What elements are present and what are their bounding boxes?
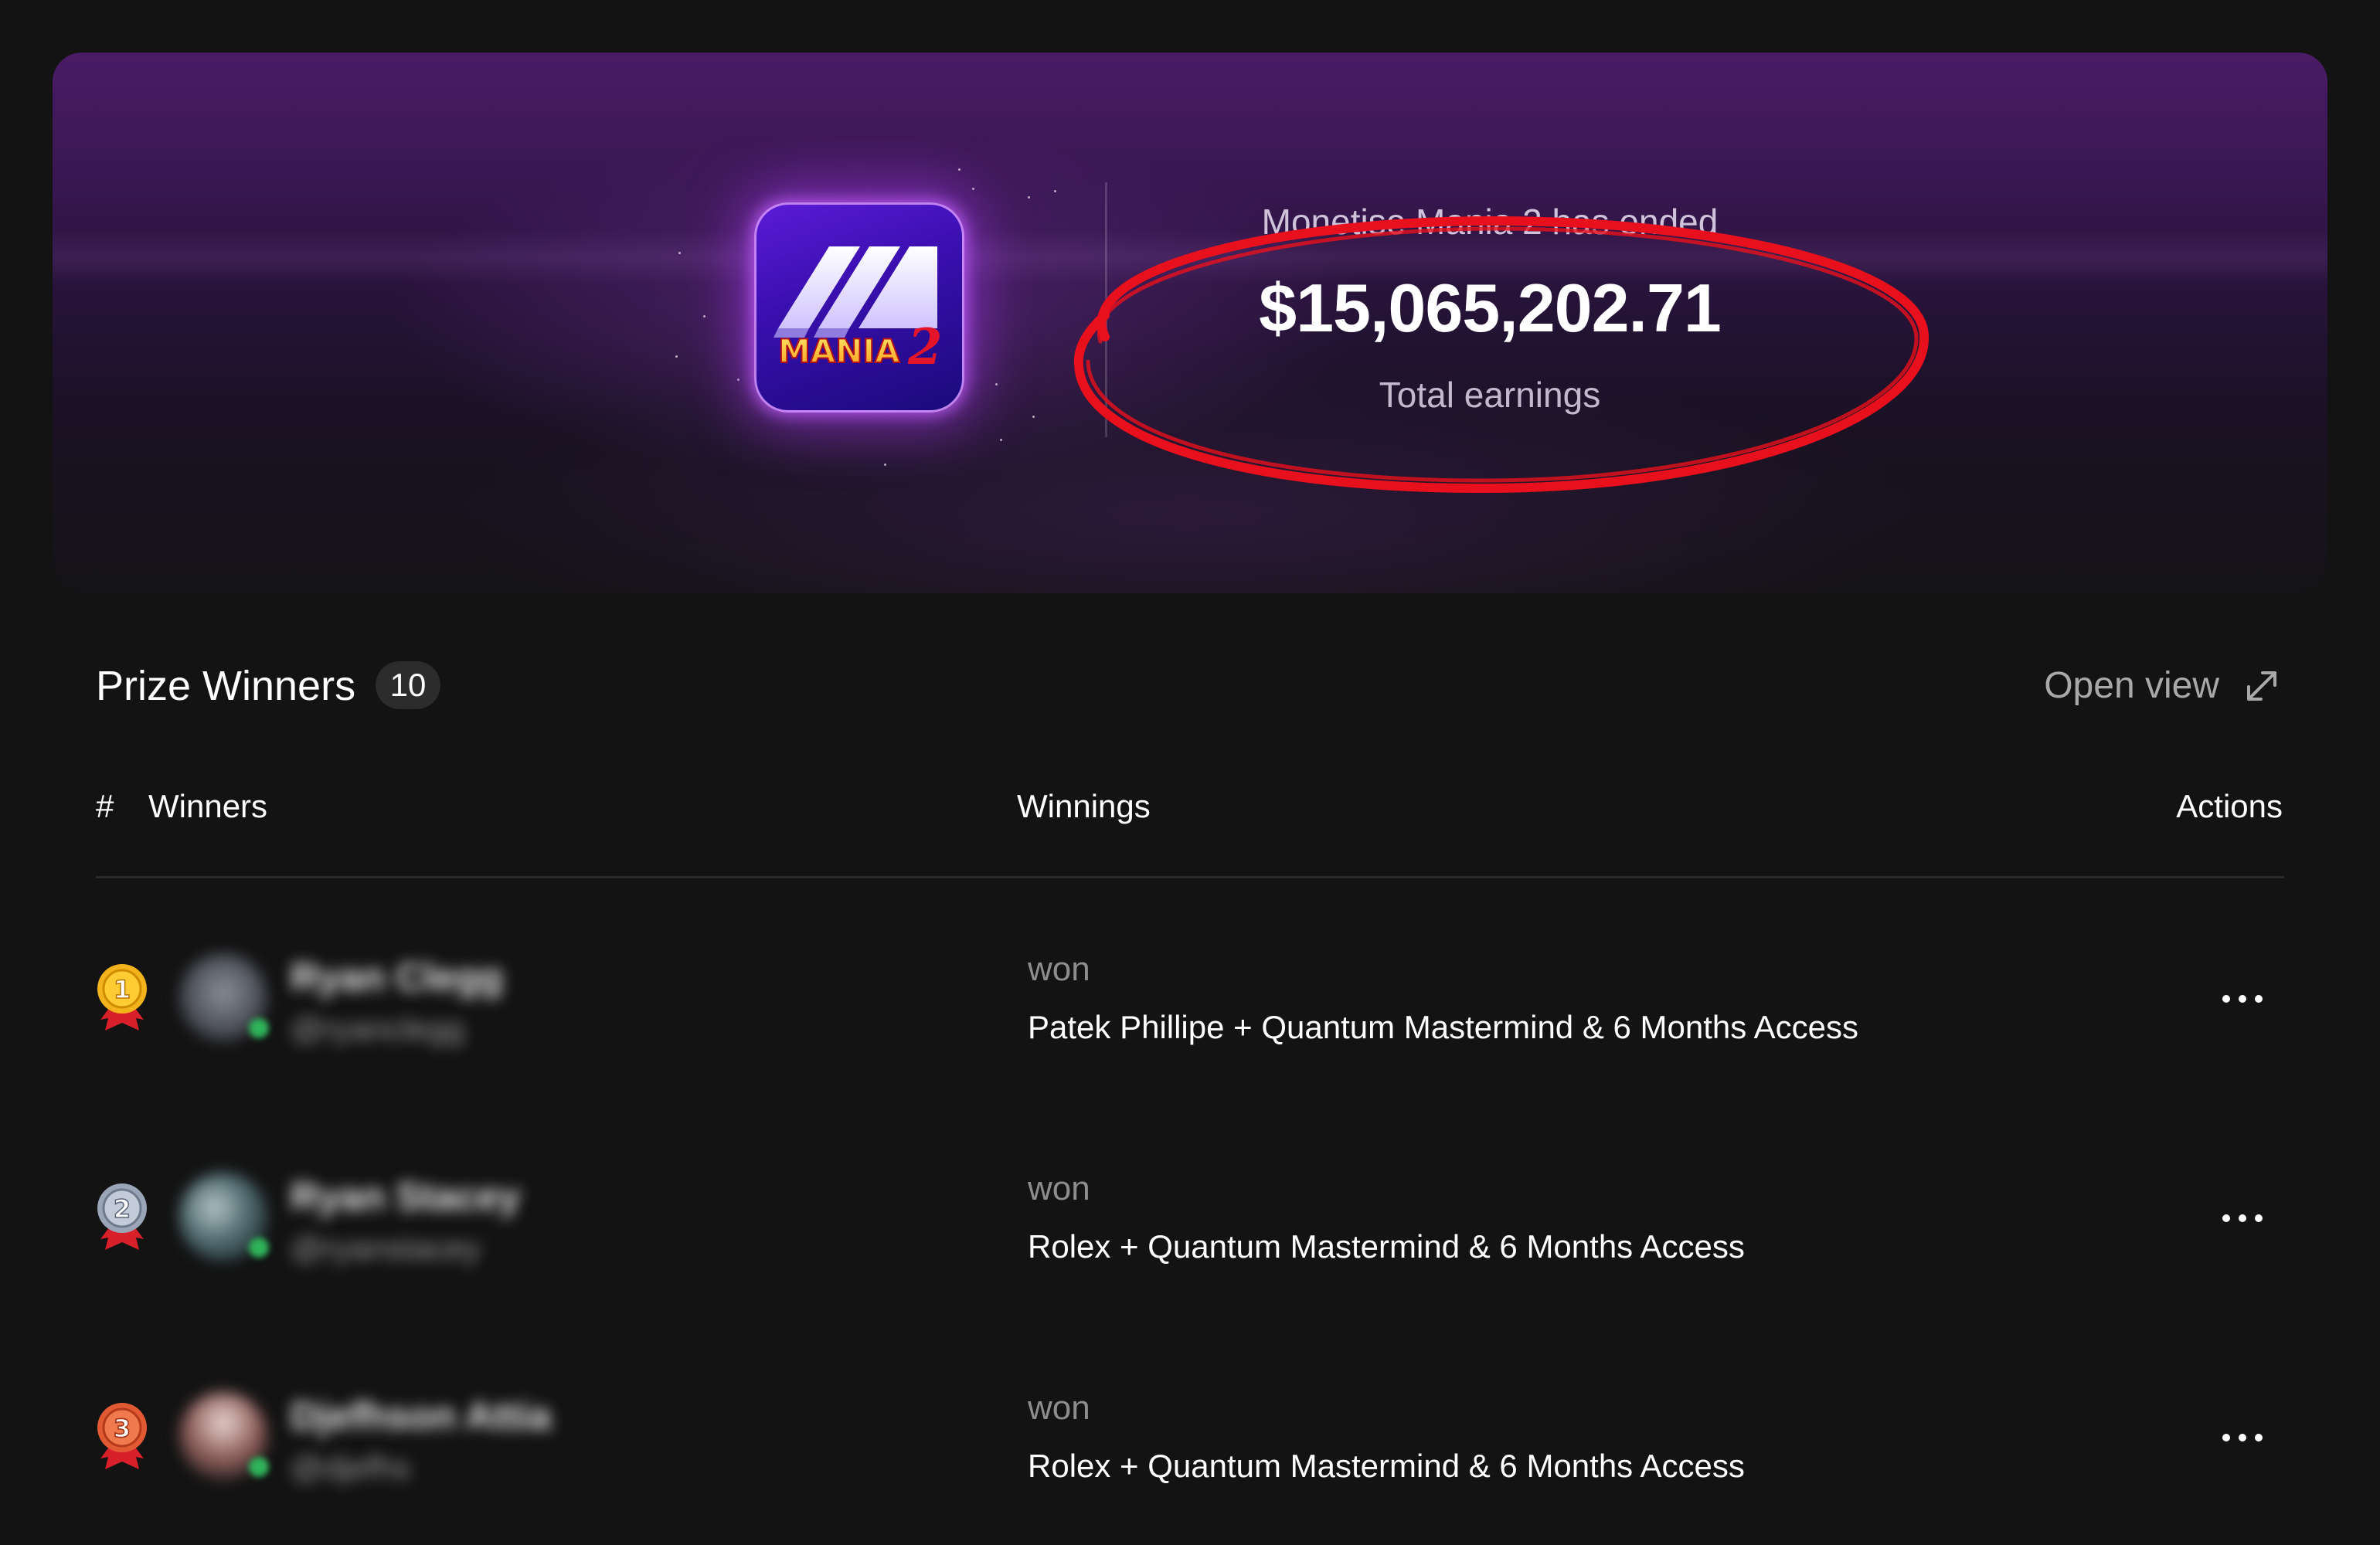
event-hero-banner: MANIA 2 Monetise Mania 2 has ended $15,0… bbox=[53, 53, 2327, 593]
medal-rank: 1 bbox=[114, 975, 131, 1004]
total-earnings-amount: $15,065,202.71 bbox=[1259, 270, 1722, 346]
sparkle bbox=[995, 383, 998, 385]
winner-handle: @ryanstacey bbox=[291, 1230, 481, 1266]
won-label: won bbox=[1028, 1389, 1090, 1427]
page: MANIA 2 Monetise Mania 2 has ended $15,0… bbox=[0, 0, 2380, 1545]
sparkle bbox=[958, 168, 960, 171]
table-row[interactable]: 2 Ryan Stacey @ryanstacey won Rolex + Qu… bbox=[0, 1129, 2380, 1307]
winners-count-badge: 10 bbox=[376, 661, 440, 709]
sparkle bbox=[1000, 439, 1002, 441]
sparkle bbox=[884, 464, 886, 466]
table-row[interactable]: 1 Ryan Clegg @ryanclegg won Patek Philli… bbox=[0, 910, 2380, 1088]
winner-name[interactable]: Ryan Clegg bbox=[291, 955, 503, 1000]
event-status-text: Monetise Mania 2 has ended bbox=[1261, 202, 1719, 242]
winner-name[interactable]: Djefhson Attia bbox=[291, 1394, 551, 1438]
winner-handle: @ryanclegg bbox=[291, 1010, 464, 1047]
sparkle bbox=[678, 252, 681, 254]
prize-winners-title: Prize Winners bbox=[96, 663, 356, 709]
sparkle bbox=[737, 379, 740, 381]
medal-rank: 3 bbox=[114, 1414, 131, 1443]
open-view-label: Open view bbox=[2044, 665, 2219, 706]
prize-description: Rolex + Quantum Mastermind & 6 Months Ac… bbox=[1028, 1228, 1745, 1265]
online-status-dot bbox=[249, 1238, 269, 1258]
more-options-icon[interactable] bbox=[2212, 1418, 2273, 1457]
column-header-rank: # bbox=[96, 788, 114, 824]
more-options-icon[interactable] bbox=[2212, 980, 2273, 1018]
bronze-medal-icon: 3 bbox=[97, 1403, 147, 1469]
sparkle bbox=[675, 355, 678, 358]
mania-logo-graphic: MANIA 2 bbox=[774, 246, 943, 376]
more-options-icon[interactable] bbox=[2212, 1199, 2273, 1238]
sparkle bbox=[1028, 196, 1030, 199]
column-header-actions: Actions bbox=[2176, 788, 2283, 824]
expand-arrows-icon bbox=[2247, 671, 2276, 701]
sparkle bbox=[1032, 416, 1035, 418]
winner-name[interactable]: Ryan Stacey bbox=[291, 1174, 520, 1219]
winner-handle: @djefhs bbox=[291, 1449, 410, 1486]
sparkle bbox=[1054, 190, 1056, 192]
sparkle bbox=[703, 315, 706, 317]
prize-description: Patek Phillipe + Quantum Mastermind & 6 … bbox=[1028, 1009, 1858, 1045]
online-status-dot bbox=[249, 1457, 269, 1477]
logo-number: 2 bbox=[907, 318, 943, 376]
online-status-dot bbox=[249, 1018, 269, 1038]
table-row[interactable]: 3 Djefhson Attia @djefhs won Rolex + Qua… bbox=[0, 1349, 2380, 1526]
gold-medal-icon: 1 bbox=[97, 964, 147, 1031]
won-label: won bbox=[1028, 1170, 1090, 1207]
hero-divider bbox=[1105, 182, 1107, 437]
total-earnings-label: Total earnings bbox=[1379, 375, 1601, 415]
column-header-winnings: Winnings bbox=[1017, 788, 1151, 824]
app-logo-icon: MANIA 2 bbox=[754, 202, 964, 413]
silver-medal-icon: 2 bbox=[97, 1183, 147, 1250]
won-label: won bbox=[1028, 950, 1090, 988]
open-view-link[interactable]: Open view bbox=[2044, 663, 2281, 709]
prize-description: Rolex + Quantum Mastermind & 6 Months Ac… bbox=[1028, 1448, 1745, 1484]
logo-wordmark: MANIA bbox=[778, 332, 900, 370]
sparkle bbox=[972, 188, 974, 190]
table-header-divider bbox=[96, 876, 2284, 878]
column-header-winners: Winners bbox=[148, 788, 268, 824]
medal-rank: 2 bbox=[114, 1194, 131, 1224]
